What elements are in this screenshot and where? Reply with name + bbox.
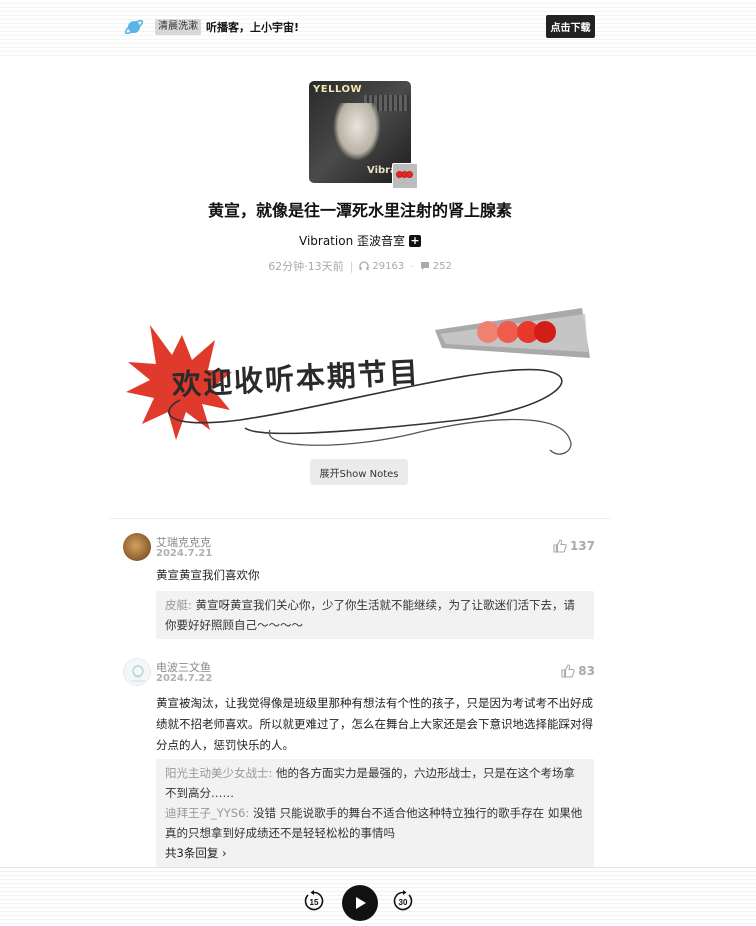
like-button[interactable]: 137: [553, 539, 595, 553]
comment-date: 2024.7.21: [156, 548, 213, 559]
play-button[interactable]: [342, 885, 378, 921]
planet-logo-icon: [124, 19, 144, 35]
thumbs-up-icon: [553, 539, 567, 553]
episode-title: 黄宣，就像是往一潭死水里注射的肾上腺素: [207, 201, 512, 220]
reply-author[interactable]: 迪拜王子_YYS6: [165, 806, 245, 820]
play-count: 29163: [372, 260, 405, 272]
reply-text: 黄宣呀黄宣我们关心你，少了你生活就不能继续，为了让歌迷们活下去，请你要好好照顾自…: [165, 598, 576, 632]
avatar[interactable]: [123, 533, 151, 561]
comment-text: 黄宣黄宣我们喜欢你: [156, 568, 260, 582]
comment-item: 电波三文鱼 2024.7.22 83 黄宣被淘汰，让我觉得像是班级里那种有想法有…: [123, 658, 595, 868]
comment-date: 2024.7.22: [156, 673, 213, 684]
play-icon: [356, 897, 366, 909]
audio-player-bar: [0, 867, 756, 926]
podcast-badge-icon: [392, 163, 418, 189]
thumbs-up-icon: [561, 664, 575, 678]
forward-seconds-label: 30: [399, 898, 408, 907]
expand-show-notes-button[interactable]: 展开Show Notes: [310, 459, 408, 485]
reply-item: 迪拜王子_YYS6: 没错 只能说歌手的舞台不适合他这种特立独行的歌手存在 如果…: [165, 806, 583, 840]
reply-box[interactable]: 皮艇: 黄宣呀黄宣我们关心你，少了你生活就不能继续，为了让歌迷们活下去，请你要好…: [156, 591, 594, 639]
avatar[interactable]: [123, 658, 151, 686]
cover-person: [333, 103, 381, 161]
scene-tag: 清晨洗漱: [155, 19, 201, 35]
like-count: 137: [569, 539, 595, 553]
more-replies-link[interactable]: 共3条回复 ›: [165, 843, 585, 863]
episode-meta: 62分钟 · 13天前 | 29163 · 252: [268, 259, 452, 274]
download-button[interactable]: 点击下载: [546, 15, 595, 38]
rewind-15-icon[interactable]: 15: [303, 890, 325, 912]
app-slogan: 听播客，上小宇宙!: [206, 21, 300, 34]
cover-title-text: YELLOW: [313, 84, 362, 95]
like-count: 83: [578, 664, 595, 678]
section-divider: [110, 518, 610, 519]
reply-author[interactable]: 阳光主动美少女战士: [165, 766, 269, 780]
chevron-right-icon: ›: [218, 846, 227, 860]
headphones-icon: [359, 261, 370, 271]
reply-item: 皮艇: 黄宣呀黄宣我们关心你，少了你生活就不能继续，为了让歌迷们活下去，请你要好…: [165, 598, 576, 632]
like-button[interactable]: 83: [561, 664, 595, 678]
reply-author[interactable]: 皮艇: [165, 598, 188, 612]
comment-count: 252: [432, 260, 452, 272]
podcast-row[interactable]: Vibration 歪波音室 +: [0, 232, 720, 249]
episode-duration: 62分钟: [268, 260, 305, 273]
subscribe-plus-icon[interactable]: +: [409, 234, 421, 247]
comment-text: 黄宣被淘汰，让我觉得像是班级里那种有想法有个性的孩子，只是因为考试考不出好成绩就…: [156, 696, 593, 752]
comment-item: 艾瑞克克克 2024.7.21 137 黄宣黄宣我们喜欢你 皮艇: 黄宣呀黄宣我…: [123, 533, 595, 643]
forward-30-icon[interactable]: 30: [392, 890, 414, 912]
reply-box[interactable]: 阳光主动美少女战士: 他的各方面实力是最强的，六边形战士，只是在这个考场拿不到高…: [156, 759, 594, 867]
meta-divider: |: [349, 259, 354, 273]
top-banner: 清晨洗漱 听播客，上小宇宙! 点击下载: [0, 0, 756, 56]
episode-published: 13天前: [307, 260, 344, 273]
podcast-name[interactable]: Vibration 歪波音室: [299, 232, 405, 249]
reply-item: 阳光主动美少女战士: 他的各方面实力是最强的，六边形战士，只是在这个考场拿不到高…: [165, 766, 576, 800]
comment-icon: [420, 261, 430, 271]
rewind-seconds-label: 15: [310, 898, 319, 907]
